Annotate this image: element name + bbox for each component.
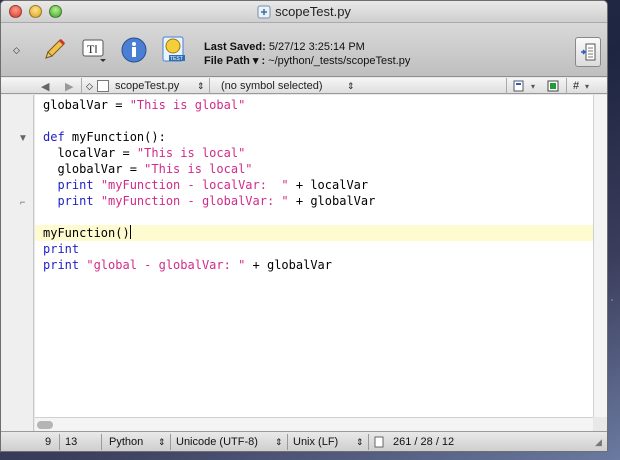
vertical-scrollbar[interactable] xyxy=(593,95,607,417)
code-editor[interactable]: globalVar = "This is global" def myFuncti… xyxy=(35,95,593,417)
code-line[interactable]: globalVar = "This is local" xyxy=(35,161,593,177)
svg-text:T: T xyxy=(87,42,95,56)
code-keyword: print xyxy=(43,242,80,256)
code-line[interactable]: globalVar = "This is global" xyxy=(35,97,593,113)
line-number[interactable]: 9 xyxy=(45,435,51,449)
line-endings-popup[interactable]: Unix (LF) xyxy=(293,435,338,449)
line-endings-chevron-icon[interactable]: ⇕ xyxy=(356,435,364,449)
title-bar[interactable]: scopeTest.py xyxy=(1,1,607,23)
zoom-window-button[interactable] xyxy=(49,5,62,18)
symbol-popup[interactable]: (no symbol selected) xyxy=(221,79,323,93)
file-path-label[interactable]: File Path ▾ : xyxy=(204,55,265,67)
code-text: myFunction(): xyxy=(64,130,166,144)
code-text: + globalVar xyxy=(288,194,376,208)
code-line[interactable]: print "global - globalVar: " + globalVar xyxy=(35,257,593,273)
code-string: "This is local" xyxy=(144,162,253,176)
encoding-popup[interactable]: Unicode (UTF-8) xyxy=(176,435,258,449)
green-square-icon[interactable] xyxy=(547,79,559,93)
code-line[interactable]: print "myFunction - globalVar: " + globa… xyxy=(35,193,593,209)
horizontal-scroll-thumb[interactable] xyxy=(37,421,53,429)
run-script-icon[interactable]: TEST xyxy=(159,35,189,65)
symbol-popup-chevron-icon[interactable]: ⇕ xyxy=(347,79,355,93)
code-keyword: print xyxy=(43,178,94,192)
text-cursor xyxy=(129,225,131,239)
hash-chevron-icon[interactable]: ▾ xyxy=(585,79,589,93)
fold-open-icon[interactable]: ▼ xyxy=(18,133,28,144)
editor-window: scopeTest.py ◇ T TEST Last Saved: 5/27/1… xyxy=(0,0,608,452)
resize-grip-icon[interactable]: ◢ xyxy=(595,435,602,449)
code-line[interactable]: def myFunction(): xyxy=(35,129,593,145)
file-popup-chevron-icon[interactable]: ⇕ xyxy=(197,79,205,93)
close-window-button[interactable] xyxy=(9,5,22,18)
code-text: globalVar = xyxy=(43,98,130,112)
last-saved-value: 5/27/12 3:25:14 PM xyxy=(268,41,365,53)
fold-end-icon[interactable]: ⌐ xyxy=(20,197,25,207)
code-keyword: print xyxy=(43,194,94,208)
code-string: "global - globalVar: " xyxy=(86,258,246,272)
file-path-value: ~/python/_tests/scopeTest.py xyxy=(268,55,411,67)
text-stats-icon xyxy=(374,435,384,449)
code-line[interactable]: print xyxy=(35,241,593,257)
code-line[interactable] xyxy=(35,209,593,225)
window-title: scopeTest.py xyxy=(275,4,351,19)
document-counts: 261 / 28 / 12 xyxy=(393,436,455,448)
code-keyword: def xyxy=(43,130,65,144)
language-popup[interactable]: Python xyxy=(109,435,143,449)
code-string: "This is global" xyxy=(129,98,246,112)
bookmark-chevron-icon[interactable]: ▾ xyxy=(531,79,535,93)
code-string: "This is local" xyxy=(136,146,246,160)
minimize-window-button[interactable] xyxy=(29,5,42,18)
file-name-popup[interactable]: scopeTest.py xyxy=(115,79,179,93)
pencil-icon[interactable] xyxy=(39,35,69,65)
code-line[interactable]: localVar = "This is local" xyxy=(35,145,593,161)
toolbar: ◇ T TEST Last Saved: 5/27/12 3:25:14 PM … xyxy=(1,23,607,77)
hash-menu[interactable]: # xyxy=(573,79,579,93)
info-icon[interactable] xyxy=(119,35,149,65)
toggle-sidebar-icon[interactable] xyxy=(575,37,601,67)
code-line[interactable] xyxy=(35,113,593,129)
bookmark-icon[interactable] xyxy=(513,79,527,93)
back-arrow-icon[interactable]: ◀ xyxy=(41,79,49,93)
language-chevron-icon[interactable]: ⇕ xyxy=(158,435,166,449)
file-info: Last Saved: 5/27/12 3:25:14 PM File Path… xyxy=(204,40,410,68)
forward-arrow-icon[interactable]: ▶ xyxy=(65,79,73,93)
navigation-bar: ◀ ▶ ◇ scopeTest.py ⇕ (no symbol selected… xyxy=(1,78,607,94)
column-number[interactable]: 13 xyxy=(65,435,77,449)
last-saved-label: Last Saved: xyxy=(204,41,266,53)
code-string: "myFunction - globalVar: " xyxy=(100,194,289,208)
code-text: + globalVar xyxy=(245,258,333,272)
code-line[interactable]: print "myFunction - localVar: " + localV… xyxy=(35,177,593,193)
code-line[interactable]: myFunction() xyxy=(35,225,593,241)
code-keyword: print xyxy=(43,258,80,272)
status-bar: 9 13 Python ⇕ Unicode (UTF-8) ⇕ Unix (LF… xyxy=(1,431,607,451)
line-gutter[interactable]: ▼ ⌐ xyxy=(1,95,34,431)
code-text: globalVar = xyxy=(43,162,145,176)
file-diamond-icon: ◇ xyxy=(86,80,93,91)
code-text: + localVar xyxy=(288,178,369,192)
code-text: myFunction() xyxy=(43,226,130,240)
horizontal-scrollbar[interactable] xyxy=(35,417,593,431)
python-file-icon[interactable] xyxy=(257,5,271,19)
code-string: "myFunction - localVar: " xyxy=(100,178,289,192)
svg-text:TEST: TEST xyxy=(170,56,183,62)
text-options-icon[interactable]: T xyxy=(79,35,109,65)
encoding-chevron-icon[interactable]: ⇕ xyxy=(275,435,283,449)
code-text: localVar = xyxy=(43,146,137,160)
document-icon xyxy=(97,80,109,92)
toolbar-diamond-icon[interactable]: ◇ xyxy=(13,45,20,56)
